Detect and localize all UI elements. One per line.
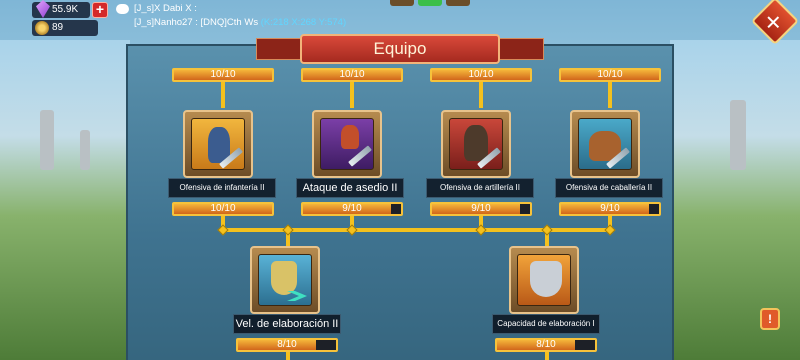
skill-art <box>258 254 312 306</box>
siege-emblem-icon <box>341 125 359 149</box>
skill-card-artillery-offense[interactable] <box>441 110 511 178</box>
tower-icon <box>80 130 90 170</box>
top-tab[interactable] <box>446 0 470 6</box>
skill-progress-bar: 9/10 <box>559 202 661 216</box>
bar-text: 9/10 <box>471 203 491 214</box>
power-icon <box>35 21 49 35</box>
skill-art <box>191 118 245 170</box>
background-scenery-left <box>0 40 130 360</box>
connector-line <box>350 82 354 108</box>
top-progress-bar: 10/10 <box>430 68 532 82</box>
shield-icon <box>271 261 297 295</box>
ribbon-tail-right <box>494 38 544 60</box>
skill-label: Ofensiva de caballería II <box>555 178 663 198</box>
shield-icon <box>530 261 562 297</box>
skill-card-crafting-capacity[interactable] <box>509 246 579 314</box>
bar-text: 10/10 <box>339 69 365 80</box>
chat-preview[interactable]: [J_s]X Dabi X : [J_s]Nanho27 : [DNQ]Cth … <box>116 2 376 34</box>
chat-line-2-text: [DNQ]Cth Ws <box>200 17 259 28</box>
close-icon: ✕ <box>764 12 782 35</box>
skill-progress-bar: 10/10 <box>172 202 274 216</box>
connector-line <box>545 352 549 360</box>
top-tab-active[interactable] <box>418 0 442 6</box>
skill-progress-bar: 8/10 <box>236 338 338 352</box>
skill-art <box>578 118 632 170</box>
skill-art <box>517 254 571 306</box>
connector-line <box>608 82 612 108</box>
bar-text: 10/10 <box>210 69 236 80</box>
bar-text: 9/10 <box>342 203 362 214</box>
quest-alert-button[interactable]: ! <box>760 308 780 330</box>
chat-line-1: [J_s]X Dabi X : <box>116 2 376 16</box>
skill-label: Vel. de elaboración II <box>233 314 341 334</box>
tower-icon <box>40 110 54 170</box>
skill-progress-bar: 9/10 <box>301 202 403 216</box>
top-progress-bar: 10/10 <box>301 68 403 82</box>
skill-progress-bar: 8/10 <box>495 338 597 352</box>
bar-text: 9/10 <box>600 203 620 214</box>
skill-label: Ofensiva de infantería II <box>168 178 276 198</box>
chat-line-2: [J_s]Nanho27 : [DNQ]Cth Ws (K:218 X:268 … <box>116 16 376 30</box>
chat-line-2-name: [J_s]Nanho27 : <box>134 17 198 28</box>
background-scenery-right <box>670 40 800 360</box>
chat-line-1-text: [J_s]X Dabi X : <box>134 3 197 14</box>
skill-card-cavalry-offense[interactable] <box>570 110 640 178</box>
bar-text: 8/10 <box>277 339 297 350</box>
tower-icon <box>730 100 746 170</box>
top-tabs <box>390 0 470 6</box>
gems-value: 55.9K <box>52 4 79 15</box>
connector-line <box>479 82 483 108</box>
panel-title: Equipo <box>300 34 500 64</box>
skill-label: Capacidad de elaboración I <box>492 314 600 334</box>
chat-bubble-icon <box>116 4 129 14</box>
connector-line <box>221 82 225 108</box>
skill-card-infantry-offense[interactable] <box>183 110 253 178</box>
chat-coordinates-link[interactable]: (K:218 X:268 Y:574) <box>261 17 346 28</box>
skill-label: Ataque de asedio II <box>296 178 404 198</box>
connector-line <box>221 228 612 232</box>
skill-art <box>449 118 503 170</box>
skill-label: Ofensiva de artillería II <box>426 178 534 198</box>
bar-text: 10/10 <box>210 203 236 214</box>
top-progress-bar: 10/10 <box>559 68 661 82</box>
ribbon-tail-left <box>256 38 306 60</box>
connector-line <box>286 352 290 360</box>
bar-text: 10/10 <box>468 69 494 80</box>
archer-figure-icon <box>464 125 488 161</box>
top-tab[interactable] <box>390 0 414 6</box>
skill-progress-bar: 9/10 <box>430 202 532 216</box>
bar-text: 8/10 <box>536 339 556 350</box>
power-value: 89 <box>52 22 64 33</box>
top-progress-bar: 10/10 <box>172 68 274 82</box>
skill-art <box>320 118 374 170</box>
bar-text: 10/10 <box>597 69 623 80</box>
add-gems-button[interactable]: + <box>92 2 108 18</box>
skill-card-crafting-speed[interactable] <box>250 246 320 314</box>
skill-card-siege-attack[interactable] <box>312 110 382 178</box>
